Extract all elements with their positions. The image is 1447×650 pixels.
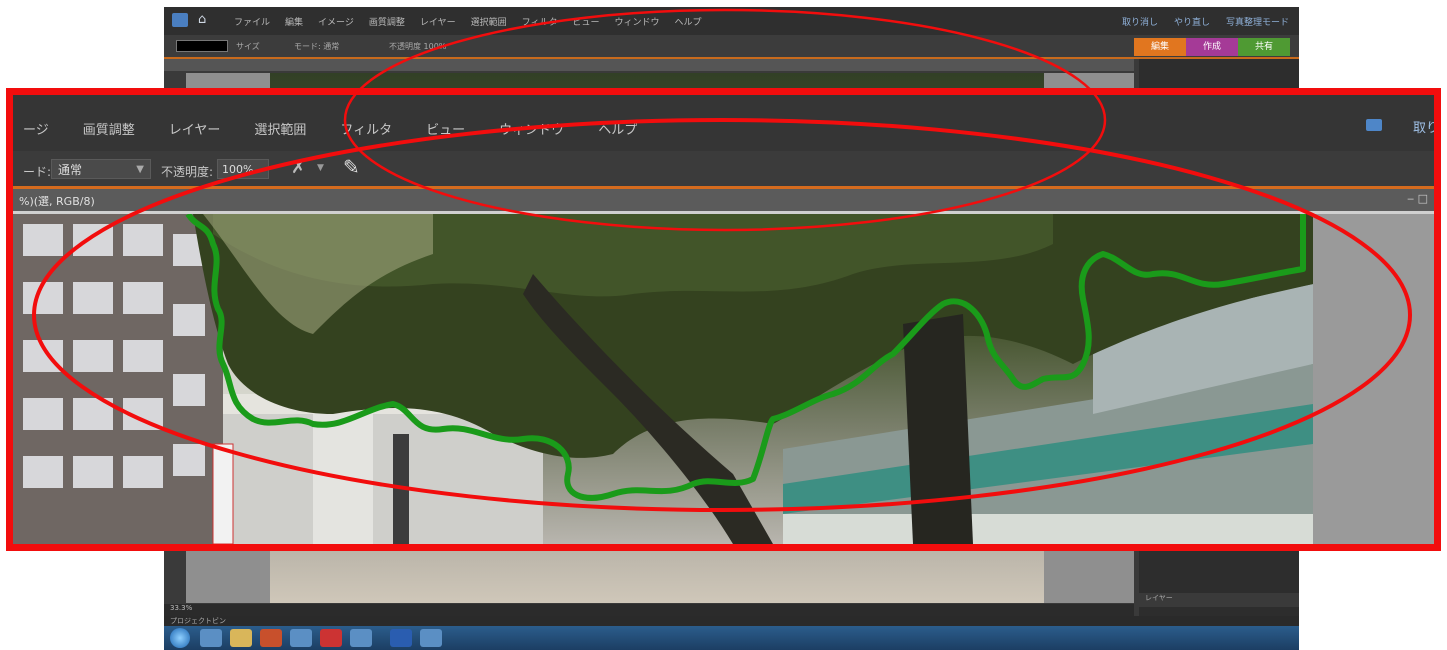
background-menubar: ⌂ ファイル 編集 イメージ 画質調整 レイヤー 選択範囲 フィルタ ビュー ウ… <box>164 7 1299 35</box>
inset-options-bar: ード: 通常 ▼ 不透明度: 100% ✗ ▼ ✎ <box>13 151 1434 189</box>
sign-pole <box>393 434 409 544</box>
bg-menu-filter[interactable]: フィルタ <box>522 15 558 28</box>
inset-menu-image[interactable]: ージ <box>23 119 49 138</box>
inset-undo-button[interactable]: 取り消 <box>1413 117 1434 136</box>
folder-taskbar-icon[interactable] <box>230 629 252 647</box>
inset-menu-select[interactable]: 選択範囲 <box>254 119 306 138</box>
airbrush-icon[interactable]: ✗ <box>291 157 306 178</box>
tab-edit[interactable]: 編集 <box>1134 38 1186 56</box>
bg-menu-view[interactable]: ビュー <box>572 15 599 28</box>
opacity-field[interactable]: 100% <box>217 159 269 179</box>
right-tree-trunk <box>903 314 973 544</box>
bg-organizer-button[interactable]: 写真整理モード <box>1226 15 1289 28</box>
inset-menu-list: ージ 画質調整 レイヤー 選択範囲 フィルタ ビュー ウィンドウ ヘルプ <box>23 119 637 138</box>
photo-taskbar-icon[interactable] <box>420 629 442 647</box>
pdf-taskbar-icon[interactable] <box>320 629 342 647</box>
brush-preview[interactable] <box>176 40 228 52</box>
panel-row-layers[interactable]: レイヤー <box>1139 593 1299 607</box>
background-options-bar: サイズ モード: 通常 不透明度 100% <box>164 35 1299 59</box>
inset-menu-help[interactable]: ヘルプ <box>598 119 637 138</box>
project-bin-label[interactable]: プロジェクトビン <box>170 617 226 625</box>
start-button-icon[interactable] <box>170 628 190 648</box>
inset-menu-filter[interactable]: フィルタ <box>340 119 392 138</box>
media-taskbar-icon[interactable] <box>260 629 282 647</box>
inset-menu-view[interactable]: ビュー <box>426 119 465 138</box>
bg-undo-button[interactable]: 取り消し <box>1122 15 1158 28</box>
window-controls[interactable]: ‒ □ <box>1407 192 1428 205</box>
photo-illustration <box>13 214 1313 544</box>
word-taskbar-icon[interactable] <box>390 629 412 647</box>
zoom-level: 33.3% <box>170 604 193 612</box>
inset-menubar: ージ 画質調整 レイヤー 選択範囲 フィルタ ビュー ウィンドウ ヘルプ 取り消 <box>13 95 1434 151</box>
tool-chevron-down-icon[interactable]: ▼ <box>317 163 324 173</box>
background-doc-info <box>164 59 1134 71</box>
app-logo-icon <box>172 13 188 27</box>
inset-menu-enhance[interactable]: 画質調整 <box>83 119 135 138</box>
zoomed-inset: ージ 画質調整 レイヤー 選択範囲 フィルタ ビュー ウィンドウ ヘルプ 取り消… <box>6 88 1441 551</box>
bg-menu-file[interactable]: ファイル <box>234 15 270 28</box>
vertical-sign <box>212 443 234 544</box>
bg-menu-layer[interactable]: レイヤー <box>420 15 456 28</box>
ie-taskbar-icon[interactable] <box>200 629 222 647</box>
mode-label: ード: <box>23 165 52 179</box>
bg-mode-option[interactable]: モード: 通常 <box>294 41 339 52</box>
bg-menu-enhance[interactable]: 画質調整 <box>369 15 405 28</box>
station-floor <box>783 514 1313 544</box>
bg-menu-help[interactable]: ヘルプ <box>674 15 701 28</box>
windows-taskbar <box>164 626 1299 650</box>
tab-create[interactable]: 作成 <box>1186 38 1238 56</box>
brush-tool-icon[interactable]: ✎ <box>343 155 360 179</box>
bg-menu-image[interactable]: イメージ <box>318 15 354 28</box>
inset-menu-window[interactable]: ウィンドウ <box>499 119 564 138</box>
mode-value: 通常 <box>58 163 83 177</box>
bg-size-option[interactable]: サイズ <box>236 41 260 52</box>
bg-menu-select[interactable]: 選択範囲 <box>471 15 507 28</box>
document-title: %)(選, RGB/8) <box>19 195 95 208</box>
canvas-gray-margin <box>1313 214 1434 544</box>
tab-share[interactable]: 共有 <box>1238 38 1290 56</box>
bg-redo-button[interactable]: やり直し <box>1174 15 1210 28</box>
inset-menu-layer[interactable]: レイヤー <box>169 119 221 138</box>
document-title-bar: %)(選, RGB/8) ‒ □ <box>13 189 1434 211</box>
opacity-label: 不透明度: <box>161 165 214 179</box>
project-bin-bar: プロジェクトビン <box>164 616 1299 626</box>
app-taskbar-icon[interactable] <box>290 629 312 647</box>
background-right-menu: 取り消し やり直し 写真整理モード <box>1122 15 1289 28</box>
undo-icon[interactable] <box>1366 119 1382 131</box>
chevron-down-icon: ▼ <box>136 164 144 175</box>
background-menu-list: ファイル 編集 イメージ 画質調整 レイヤー 選択範囲 フィルタ ビュー ウィン… <box>234 15 702 28</box>
bg-menu-window[interactable]: ウィンドウ <box>614 15 659 28</box>
bg-menu-edit[interactable]: 編集 <box>285 15 303 28</box>
bg-opacity-option[interactable]: 不透明度 100% <box>389 41 446 52</box>
background-mode-tabs: 編集 作成 共有 <box>1134 38 1290 56</box>
middle-building-facade <box>313 414 373 544</box>
home-icon[interactable]: ⌂ <box>198 12 206 27</box>
photo-canvas[interactable] <box>13 214 1313 544</box>
misc-taskbar-icon[interactable] <box>350 629 372 647</box>
background-status-bar: 33.3% <box>164 604 1134 616</box>
mode-select[interactable]: 通常 ▼ <box>51 159 151 179</box>
